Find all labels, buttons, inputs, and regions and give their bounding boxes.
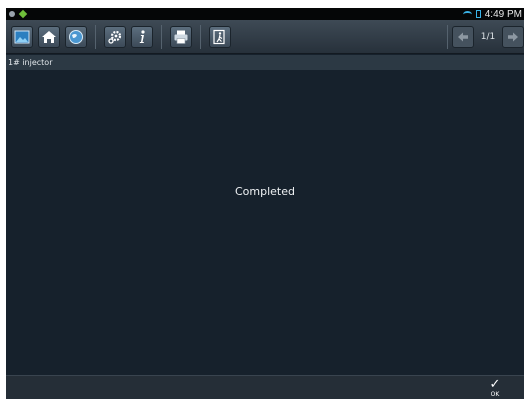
notification-icon [18,9,28,19]
ok-label: OK [490,391,500,398]
settings-status-icon [9,11,15,17]
pager: 1/1 [447,20,524,54]
checkmark-icon: ✓ [489,377,501,392]
previous-page-button[interactable] [452,25,474,48]
page-indicator: 1/1 [480,31,496,42]
page-title: 1# injector [6,55,524,70]
toolbar-separator [200,24,201,49]
status-bar: 4:49 PM [6,8,524,20]
exit-icon [213,29,225,44]
picture-icon [14,30,30,43]
toolbar-separator [161,24,162,49]
print-button[interactable] [170,25,192,48]
battery-icon [475,10,481,18]
bottom-bar: ✓ OK [6,375,524,399]
arrow-left-icon [458,32,468,41]
toolbar: 1/1 [6,20,524,54]
globe-button[interactable] [65,25,87,48]
settings-button[interactable] [104,25,126,48]
info-icon [139,29,145,43]
globe-icon [69,29,83,44]
info-button[interactable] [131,25,153,48]
wifi-icon [462,10,472,18]
pager-separator [447,24,448,49]
settings-icon [108,30,122,44]
content-area: Completed [6,70,524,375]
print-icon [174,30,188,44]
app-window: 4:49 PM 1/1 1# injector Completed ✓ OK [6,8,524,399]
status-message: Completed [235,185,295,198]
exit-button[interactable] [209,25,231,48]
arrow-right-icon [508,32,518,41]
picture-button[interactable] [11,25,33,48]
ok-button[interactable]: ✓ OK [486,378,504,400]
home-icon [42,30,56,43]
next-page-button[interactable] [502,25,524,48]
home-button[interactable] [38,25,60,48]
toolbar-separator [95,24,96,49]
status-clock: 4:49 PM [484,8,522,20]
